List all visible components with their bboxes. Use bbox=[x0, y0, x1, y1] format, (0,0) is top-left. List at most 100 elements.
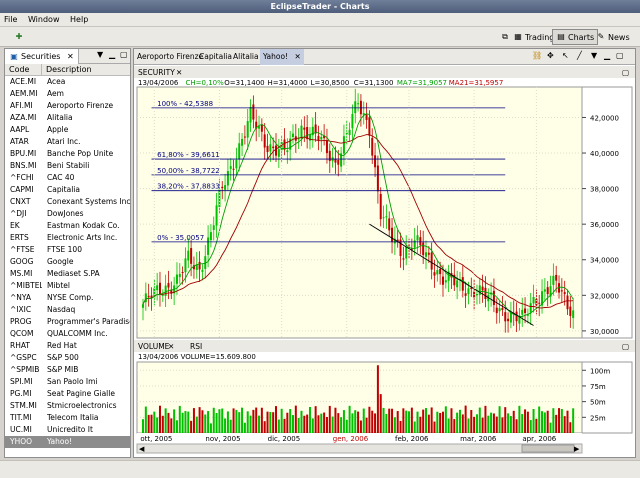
volume-bar bbox=[204, 414, 207, 433]
table-row[interactable]: EK Eastman Kodak Co. bbox=[5, 220, 130, 232]
table-row[interactable]: AEM.MI Aem bbox=[5, 88, 130, 100]
maximize-icon[interactable]: ▢ bbox=[120, 50, 128, 59]
scroll-right-icon[interactable]: ▶ bbox=[574, 445, 580, 453]
volume-bar bbox=[181, 412, 184, 433]
menu-file[interactable]: File bbox=[0, 13, 21, 27]
volume-bar bbox=[218, 409, 221, 433]
menu-window[interactable]: Window bbox=[24, 13, 64, 27]
table-row[interactable]: ^DJI DowJones bbox=[5, 208, 130, 220]
perspective-news-button[interactable]: ✎ News bbox=[592, 29, 634, 45]
view-menu-icon[interactable]: ▼ bbox=[97, 50, 103, 59]
tab-securities[interactable]: ▣ Securities ✕ bbox=[5, 49, 79, 64]
candle-body bbox=[379, 194, 382, 220]
table-row[interactable]: MS.MI Mediaset S.PA bbox=[5, 268, 130, 280]
table-row[interactable]: YHOO Yahoo! bbox=[5, 436, 130, 448]
maximize-icon[interactable]: ▢ bbox=[622, 68, 629, 77]
column-header-description[interactable]: Description bbox=[42, 64, 130, 75]
minimize-icon[interactable]: ▁ bbox=[109, 50, 115, 59]
chart-editor-tabs: Aeroporto Firenze Capitalia Alitalia Yah… bbox=[134, 49, 635, 65]
new-item-button[interactable]: ✚ bbox=[10, 29, 30, 45]
table-row[interactable]: QCOM QUALCOMM Inc. bbox=[5, 328, 130, 340]
table-row[interactable]: ^IXIC Nasdaq bbox=[5, 304, 130, 316]
close-icon[interactable]: ✕ bbox=[176, 68, 182, 77]
candle-body bbox=[555, 274, 558, 281]
table-row[interactable]: ^GSPC S&P 500 bbox=[5, 352, 130, 364]
perspective-trading-button[interactable]: ▦ Trading bbox=[509, 29, 558, 45]
minimize-icon[interactable]: ▁ bbox=[604, 51, 610, 60]
view-menu-icon[interactable]: ▼ bbox=[591, 51, 597, 60]
maximize-icon[interactable]: ▢ bbox=[616, 51, 624, 60]
table-row[interactable]: ^FTSE FTSE 100 bbox=[5, 244, 130, 256]
volume-bar bbox=[507, 413, 510, 433]
volume-bar bbox=[478, 407, 481, 433]
table-row[interactable]: RHAT Red Hat bbox=[5, 340, 130, 352]
table-row[interactable]: PROG Programmer's Paradise bbox=[5, 316, 130, 328]
stock-chart[interactable]: SECURITY ✕ ▢13/04/2006 CH=0,10% O=31,1400 H=3… bbox=[134, 66, 635, 458]
table-row[interactable]: AAPL Apple bbox=[5, 124, 130, 136]
table-row[interactable]: GOOG Google bbox=[5, 256, 130, 268]
securities-view: ▣ Securities ✕ ▼ ▁ ▢ Code Description ACE… bbox=[4, 48, 131, 458]
volume-bar bbox=[422, 409, 425, 433]
volume-bar bbox=[563, 416, 566, 433]
table-row[interactable]: ^FCHI CAC 40 bbox=[5, 172, 130, 184]
volume-bar bbox=[167, 412, 170, 433]
menu-help[interactable]: Help bbox=[66, 13, 92, 27]
table-row[interactable]: ^MIBTEL Mibtel bbox=[5, 280, 130, 292]
table-row[interactable]: TIT.MI Telecom Italia bbox=[5, 412, 130, 424]
table-row[interactable]: ^SPMIB S&P MIB bbox=[5, 364, 130, 376]
table-row[interactable]: AZA.MI Alitalia bbox=[5, 112, 130, 124]
table-row[interactable]: ERTS Electronic Arts Inc. bbox=[5, 232, 130, 244]
securities-tab-label: Securities bbox=[21, 52, 61, 61]
volume-bar bbox=[526, 411, 529, 433]
table-row[interactable]: BPU.MI Banche Pop Unite bbox=[5, 148, 130, 160]
maximize-icon[interactable]: ▢ bbox=[622, 342, 629, 351]
close-icon[interactable]: ✕ bbox=[168, 342, 174, 351]
table-row[interactable]: UC.MI Unicredito It bbox=[5, 424, 130, 436]
security-code: PG.MI bbox=[10, 389, 32, 398]
volume-pane-tab[interactable]: VOLUME bbox=[138, 342, 170, 351]
rsi-pane-tab[interactable]: RSI bbox=[190, 342, 202, 351]
table-row[interactable]: SPI.MI San Paolo Imi bbox=[5, 376, 130, 388]
candle-body bbox=[158, 282, 161, 295]
candle-body bbox=[246, 121, 249, 138]
table-row[interactable]: AFI.MI Aeroporto Firenze bbox=[5, 100, 130, 112]
table-row[interactable]: ^NYA NYSE Comp. bbox=[5, 292, 130, 304]
table-row[interactable]: ATAR Atari Inc. bbox=[5, 136, 130, 148]
close-icon[interactable]: ✕ bbox=[294, 52, 300, 61]
table-row[interactable]: STM.MI Stmicroelectronics bbox=[5, 400, 130, 412]
candle-body bbox=[515, 311, 518, 322]
candle-body bbox=[529, 303, 532, 313]
security-description: Banche Pop Unite bbox=[47, 149, 114, 158]
volume-bar bbox=[410, 407, 413, 433]
security-code: BNS.MI bbox=[10, 161, 37, 170]
tab-chart-alitalia[interactable]: Alitalia bbox=[230, 49, 262, 65]
candle-body bbox=[263, 134, 266, 148]
security-description: Alitalia bbox=[47, 113, 73, 122]
volume-bar bbox=[501, 417, 504, 433]
security-code: SPI.MI bbox=[10, 377, 33, 386]
zoom-tool-icon[interactable]: ✥ bbox=[547, 51, 554, 60]
table-row[interactable]: CNXT Conexant Systems Inc. bbox=[5, 196, 130, 208]
candle-body bbox=[167, 283, 170, 288]
close-icon[interactable]: ✕ bbox=[67, 52, 74, 61]
table-row[interactable]: CAPMI Capitalia bbox=[5, 184, 130, 196]
security-pane-tab[interactable]: SECURITY bbox=[138, 68, 175, 77]
volume-bar bbox=[504, 407, 507, 433]
table-row[interactable]: BNS.MI Beni Stabili bbox=[5, 160, 130, 172]
cursor-tool-icon[interactable]: ↖ bbox=[562, 51, 569, 60]
link-tool-icon[interactable]: ⛓ bbox=[532, 51, 542, 60]
table-row[interactable]: ACE.MI Acea bbox=[5, 76, 130, 88]
price-info-2: O=31,1400 bbox=[224, 79, 264, 87]
volume-bar bbox=[538, 406, 541, 433]
chart-scrollbar-thumb[interactable] bbox=[521, 444, 575, 453]
chart-scrollbar[interactable] bbox=[136, 443, 583, 454]
scroll-left-icon[interactable]: ◀ bbox=[139, 445, 145, 453]
table-row[interactable]: PG.MI Seat Pagine Gialle bbox=[5, 388, 130, 400]
tab-chart-yahoo[interactable]: Yahoo! ✕ bbox=[260, 49, 304, 65]
volume-bar bbox=[419, 416, 422, 433]
security-description: Capitalia bbox=[47, 185, 80, 194]
volume-bar bbox=[543, 412, 546, 433]
security-code: BPU.MI bbox=[10, 149, 37, 158]
column-header-code[interactable]: Code bbox=[5, 64, 42, 75]
line-tool-icon[interactable]: ╱ bbox=[577, 51, 582, 60]
